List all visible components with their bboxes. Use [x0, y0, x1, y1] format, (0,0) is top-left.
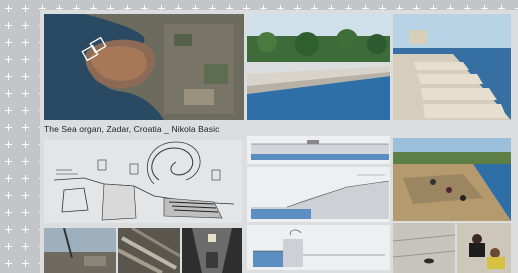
section-diagram-3: [247, 225, 390, 270]
section-diagram-2: [247, 167, 390, 222]
construction-photo: [44, 228, 116, 273]
waterfront-people-photo: [393, 138, 511, 221]
promenade-photo: [247, 14, 390, 120]
aerial-map-photo: [44, 14, 244, 120]
paving-detail-photo: [393, 223, 455, 273]
people-on-steps-photo: [457, 223, 511, 273]
organ-section-drawing: [44, 140, 242, 223]
marble-steps-photo: [393, 14, 511, 120]
pipes-photo: [118, 228, 180, 273]
tunnel-photo: [182, 228, 242, 273]
section-diagram-1: [247, 136, 390, 164]
board-title-caption: The Sea organ, Zadar, Croatia _ Nikola B…: [44, 124, 220, 134]
